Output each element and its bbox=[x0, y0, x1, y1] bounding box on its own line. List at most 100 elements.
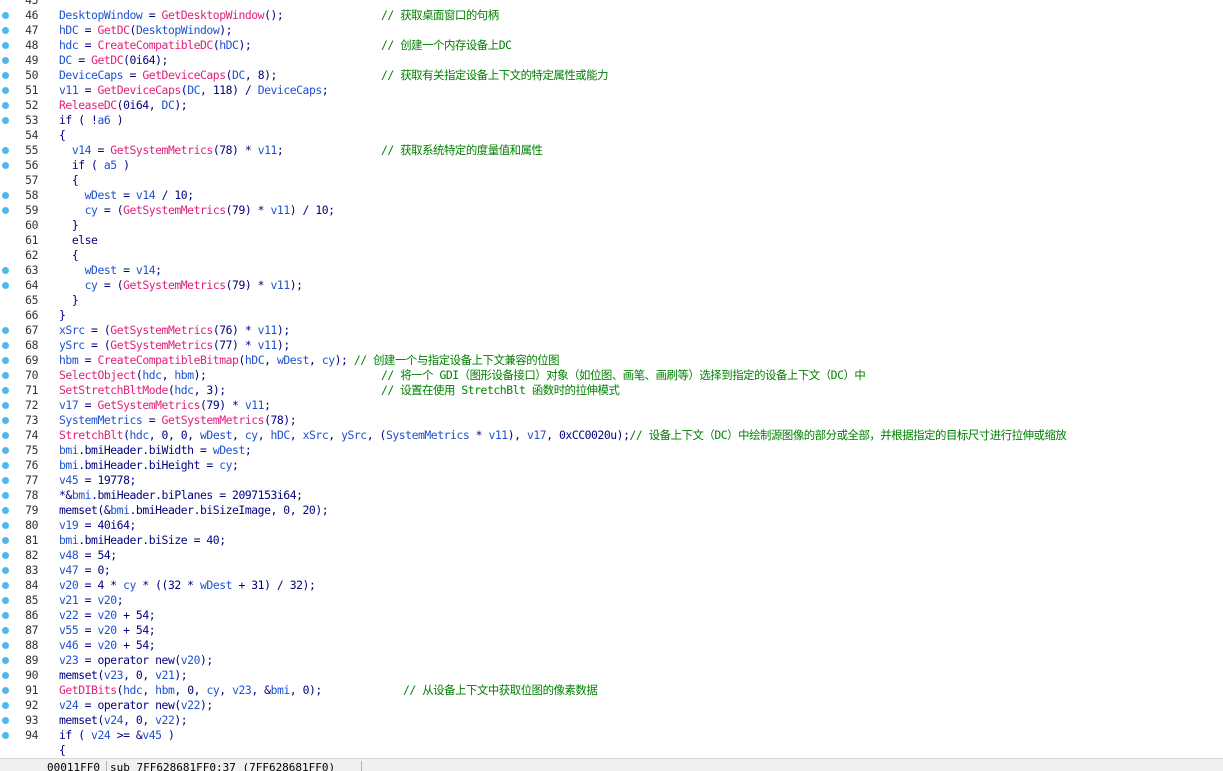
code-line[interactable]: 71 SetStretchBltMode(hdc, 3); // 设置在使用 Str… bbox=[0, 383, 1223, 398]
breakpoint-dot-icon[interactable] bbox=[2, 732, 9, 739]
code-line[interactable]: 90 memset(v23, 0, v21); bbox=[0, 668, 1223, 683]
breakpoint-dot-icon[interactable] bbox=[2, 432, 9, 439]
code-line[interactable]: 88 v46 = v20 + 54; bbox=[0, 638, 1223, 653]
breakpoint-dot-icon[interactable] bbox=[2, 117, 9, 124]
breakpoint-dot-icon[interactable] bbox=[2, 57, 9, 64]
code-text: = 54; bbox=[78, 548, 118, 562]
breakpoint-dot-icon[interactable] bbox=[2, 372, 9, 379]
code-line[interactable]: 54 { bbox=[0, 128, 1223, 143]
breakpoint-dot-icon[interactable] bbox=[2, 672, 9, 679]
code-line[interactable]: 83 v47 = 0; bbox=[0, 563, 1223, 578]
code-line[interactable]: 89 v23 = operator new(v20); bbox=[0, 653, 1223, 668]
code-line[interactable]: 47 hDC = GetDC(DesktopWindow); bbox=[0, 23, 1223, 38]
breakpoint-dot-icon[interactable] bbox=[2, 462, 9, 469]
breakpoint-dot-icon[interactable] bbox=[2, 357, 9, 364]
code-line[interactable]: 82 v48 = 54; bbox=[0, 548, 1223, 563]
breakpoint-dot-icon[interactable] bbox=[2, 567, 9, 574]
code-line[interactable]: 57 { bbox=[0, 173, 1223, 188]
code-line[interactable]: 78 *&bmi.bmiHeader.biPlanes = 2097153i64; bbox=[0, 488, 1223, 503]
code-line[interactable]: 87 v55 = v20 + 54; bbox=[0, 623, 1223, 638]
breakpoint-dot-icon[interactable] bbox=[2, 507, 9, 514]
breakpoint-dot-icon[interactable] bbox=[2, 552, 9, 559]
code-line[interactable]: 75 bmi.bmiHeader.biWidth = wDest; bbox=[0, 443, 1223, 458]
breakpoint-dot-icon[interactable] bbox=[2, 42, 9, 49]
breakpoint-dot-icon[interactable] bbox=[2, 612, 9, 619]
breakpoint-dot-icon[interactable] bbox=[2, 417, 9, 424]
code-line[interactable]: 60 } bbox=[0, 218, 1223, 233]
code-line[interactable]: 74 StretchBlt(hdc, 0, 0, wDest, cy, hDC, … bbox=[0, 428, 1223, 443]
breakpoint-dot-icon[interactable] bbox=[2, 687, 9, 694]
code-line[interactable]: 79 memset(&bmi.bmiHeader.biSizeImage, 0, … bbox=[0, 503, 1223, 518]
breakpoint-dot-icon[interactable] bbox=[2, 282, 9, 289]
breakpoint-dot-icon[interactable] bbox=[2, 102, 9, 109]
breakpoint-dot-icon[interactable] bbox=[2, 627, 9, 634]
breakpoint-dot-icon[interactable] bbox=[2, 12, 9, 19]
code-line[interactable]: 70 SelectObject(hdc, hbm); // 将一个 GDI（图形设备… bbox=[0, 368, 1223, 383]
code-line[interactable]: 72 v17 = GetSystemMetrics(79) * v11; bbox=[0, 398, 1223, 413]
breakpoint-dot-icon[interactable] bbox=[2, 717, 9, 724]
code-line[interactable]: 46 DesktopWindow = GetDesktopWindow(); // … bbox=[0, 8, 1223, 23]
breakpoint-dot-icon[interactable] bbox=[2, 192, 9, 199]
code-line[interactable]: 67 xSrc = (GetSystemMetrics(76) * v11); bbox=[0, 323, 1223, 338]
breakpoint-dot-icon[interactable] bbox=[2, 207, 9, 214]
code-text: if ( bbox=[59, 728, 92, 742]
code-line[interactable]: 55 v14 = GetSystemMetrics(78) * v11; // 获… bbox=[0, 143, 1223, 158]
breakpoint-dot-icon[interactable] bbox=[2, 327, 9, 334]
code-line[interactable]: 64 cy = (GetSystemMetrics(79) * v11); bbox=[0, 278, 1223, 293]
code-line[interactable]: 66} bbox=[0, 308, 1223, 323]
code-line[interactable]: 93 memset(v24, 0, v22); bbox=[0, 713, 1223, 728]
function-name: GetDIBits bbox=[59, 683, 117, 697]
code-line[interactable]: 48 hdc = CreateCompatibleDC(hDC); // 创建一个内… bbox=[0, 38, 1223, 53]
code-line[interactable]: 73 SystemMetrics = GetSystemMetrics(78); bbox=[0, 413, 1223, 428]
breakpoint-dot-icon[interactable] bbox=[2, 342, 9, 349]
code-text: } bbox=[59, 218, 79, 232]
breakpoint-dot-icon[interactable] bbox=[2, 657, 9, 664]
code-line[interactable]: 68 ySrc = (GetSystemMetrics(77) * v11); bbox=[0, 338, 1223, 353]
breakpoint-dot-icon[interactable] bbox=[2, 477, 9, 484]
breakpoint-dot-icon[interactable] bbox=[2, 492, 9, 499]
breakpoint-dot-icon[interactable] bbox=[2, 597, 9, 604]
code-line[interactable]: 62 { bbox=[0, 248, 1223, 263]
code-line[interactable]: 85 v21 = v20; bbox=[0, 593, 1223, 608]
breakpoint-dot-icon[interactable] bbox=[2, 642, 9, 649]
code-line[interactable]: 81 bmi.bmiHeader.biSize = 40; bbox=[0, 533, 1223, 548]
code-line[interactable]: 61 else bbox=[0, 233, 1223, 248]
code-line[interactable]: 58 wDest = v14 / 10; bbox=[0, 188, 1223, 203]
code-line[interactable]: 51 v11 = GetDeviceCaps(DC, 118) / DeviceC… bbox=[0, 83, 1223, 98]
code-line[interactable]: 56 if ( a5 ) bbox=[0, 158, 1223, 173]
breakpoint-dot-icon[interactable] bbox=[2, 537, 9, 544]
breakpoint-dot-icon[interactable] bbox=[2, 27, 9, 34]
code-line[interactable]: { bbox=[0, 743, 1223, 758]
code-line[interactable]: 80 v19 = 40i64; bbox=[0, 518, 1223, 533]
breakpoint-dot-icon[interactable] bbox=[2, 162, 9, 169]
breakpoint-dot-icon[interactable] bbox=[2, 702, 9, 709]
code-line[interactable]: 86 v22 = v20 + 54; bbox=[0, 608, 1223, 623]
code-line[interactable]: 69 hbm = CreateCompatibleBitmap(hDC, wDes… bbox=[0, 353, 1223, 368]
line-number: 93 bbox=[25, 713, 38, 727]
code-line[interactable]: 91 GetDIBits(hdc, hbm, 0, cy, v23, &bmi, … bbox=[0, 683, 1223, 698]
code-line[interactable]: 45 bbox=[0, 0, 1223, 8]
code-line[interactable]: 92 v24 = operator new(v22); bbox=[0, 698, 1223, 713]
code-line[interactable]: 52 ReleaseDC(0i64, DC); bbox=[0, 98, 1223, 113]
code-line[interactable]: 59 cy = (GetSystemMetrics(79) * v11) / 1… bbox=[0, 203, 1223, 218]
code-line[interactable]: 77 v45 = 19778; bbox=[0, 473, 1223, 488]
code-line[interactable]: 94 if ( v24 >= &v45 ) bbox=[0, 728, 1223, 743]
code-line[interactable]: 84 v20 = 4 * cy * ((32 * wDest + 31) / 32… bbox=[0, 578, 1223, 593]
breakpoint-dot-icon[interactable] bbox=[2, 267, 9, 274]
breakpoint-dot-icon[interactable] bbox=[2, 387, 9, 394]
code-line[interactable]: 53 if ( !a6 ) bbox=[0, 113, 1223, 128]
breakpoint-dot-icon[interactable] bbox=[2, 87, 9, 94]
breakpoint-dot-icon[interactable] bbox=[2, 147, 9, 154]
breakpoint-dot-icon[interactable] bbox=[2, 582, 9, 589]
breakpoint-dot-icon[interactable] bbox=[2, 72, 9, 79]
code-content: v20 = 4 * cy * ((32 * wDest + 31) / 32); bbox=[59, 578, 316, 593]
code-line[interactable]: 49 DC = GetDC(0i64); bbox=[0, 53, 1223, 68]
breakpoint-dot-icon[interactable] bbox=[2, 402, 9, 409]
code-line[interactable]: 63 wDest = v14; bbox=[0, 263, 1223, 278]
breakpoint-dot-icon[interactable] bbox=[2, 447, 9, 454]
code-line[interactable]: 65 } bbox=[0, 293, 1223, 308]
pseudocode-view[interactable]: 45 46 DesktopWindow = GetDesktopWindow(); /… bbox=[0, 0, 1223, 758]
code-line[interactable]: 50 DeviceCaps = GetDeviceCaps(DC, 8); // 获… bbox=[0, 68, 1223, 83]
breakpoint-dot-icon[interactable] bbox=[2, 522, 9, 529]
code-line[interactable]: 76 bmi.bmiHeader.biHeight = cy; bbox=[0, 458, 1223, 473]
